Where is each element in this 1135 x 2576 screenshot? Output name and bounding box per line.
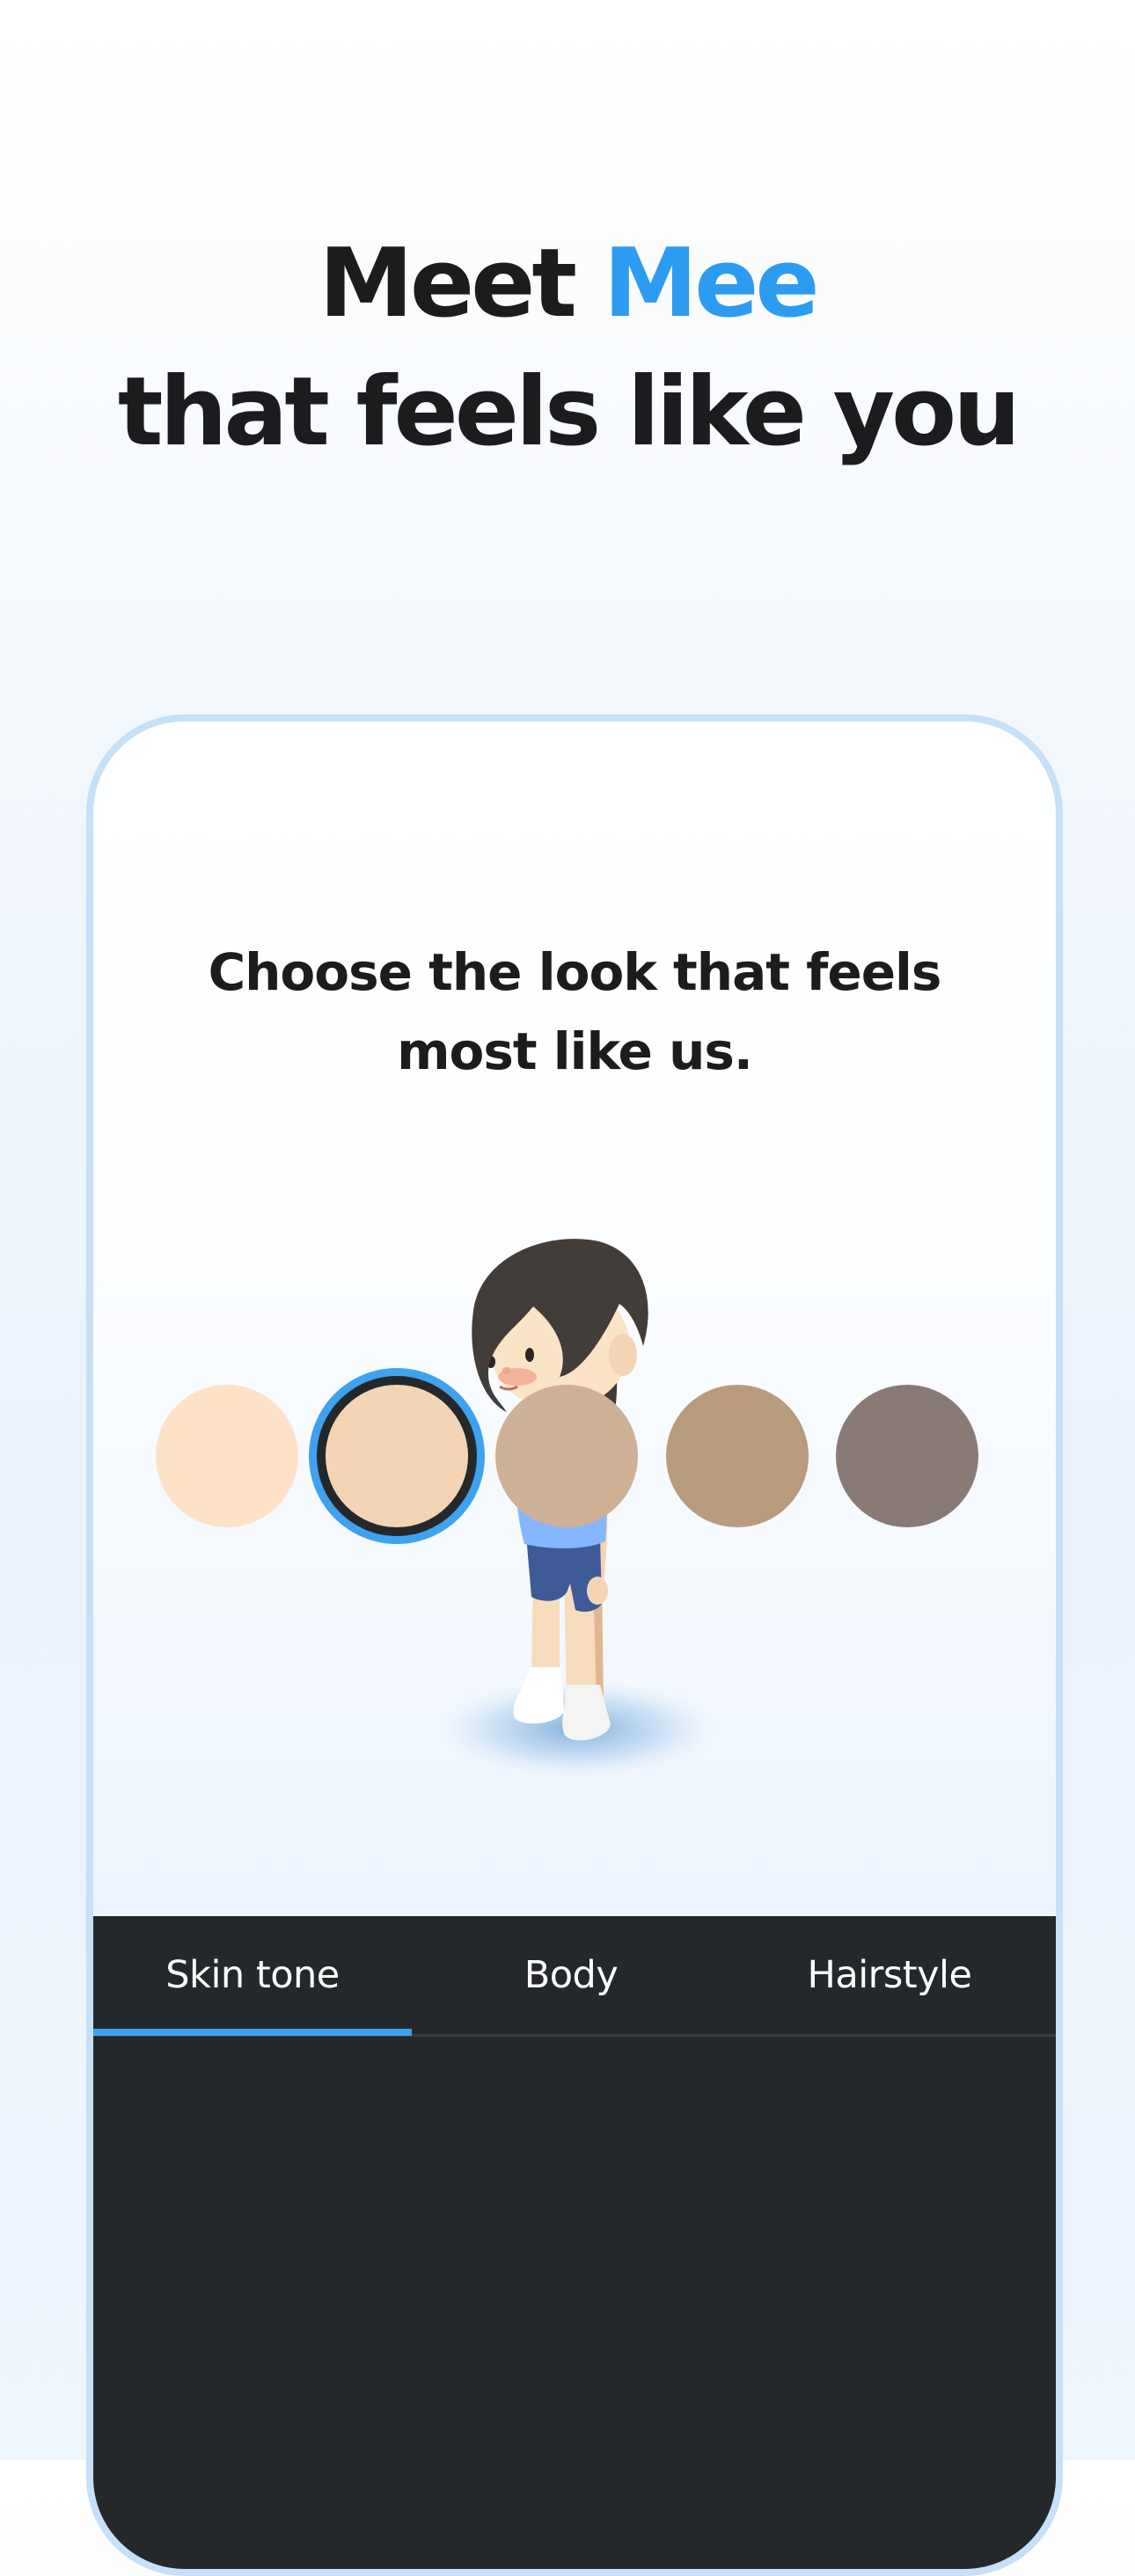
tab-hairstyle[interactable]: Hairstyle [730, 1916, 1049, 2034]
phone-frame: Choose the look that feels most like us. [86, 714, 1063, 2576]
prompt-line-1: Choose the look that feels [208, 942, 942, 1002]
skin-tone-swatch-3[interactable] [495, 1385, 638, 1527]
headline-prefix: Meet [319, 229, 604, 339]
customization-panel: Skin tone Body Hairstyle [93, 1916, 1056, 2569]
skin-tone-swatch-1[interactable] [156, 1385, 298, 1527]
headline-accent: Mee [603, 229, 820, 339]
skin-tone-swatch-4[interactable] [666, 1385, 809, 1527]
headline: Meet Mee that feels like you [0, 220, 1135, 477]
prompt-text: Choose the look that feels most like us. [93, 933, 1056, 1091]
tab-skin-tone[interactable]: Skin tone [93, 1916, 412, 2034]
headline-line-1: Meet Mee [0, 220, 1135, 348]
skin-tone-swatch-5[interactable] [836, 1385, 978, 1527]
active-tab-indicator [93, 2029, 412, 2036]
skin-tone-swatch-2[interactable] [326, 1385, 468, 1527]
tab-bar: Skin tone Body Hairstyle [93, 1916, 1056, 2037]
tab-body[interactable]: Body [412, 1916, 730, 2034]
headline-line-2: that feels like you [117, 357, 1021, 467]
prompt-line-2: most like us. [397, 1021, 753, 1081]
